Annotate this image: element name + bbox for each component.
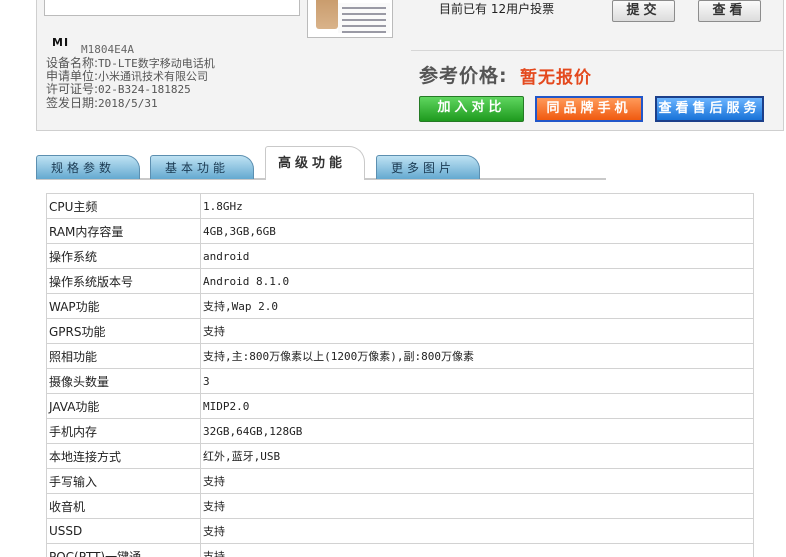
spec-key: 操作系统 — [46, 243, 201, 269]
table-row: 手机内存 32GB,64GB,128GB — [46, 418, 754, 444]
submit-vote-button[interactable]: 提交 — [612, 0, 675, 22]
spec-value: 4GB,3GB,6GB — [200, 218, 754, 244]
table-row: USSD 支持 — [46, 518, 754, 544]
spec-value: MIDP2.0 — [200, 393, 754, 419]
reference-price-label: 参考价格: — [419, 65, 508, 87]
table-row: POC(PTT)一键通 支持 — [46, 543, 754, 557]
issue-date-line: 签发日期:2018/5/31 — [46, 96, 158, 110]
spec-value: 3 — [200, 368, 754, 394]
table-row: 操作系统版本号 Android 8.1.0 — [46, 268, 754, 294]
after-sales-service-button[interactable]: 查看售后服务 — [655, 96, 764, 122]
price-divider — [411, 50, 784, 51]
spec-key: 手机内存 — [46, 418, 201, 444]
table-row: RAM内存容量 4GB,3GB,6GB — [46, 218, 754, 244]
device-photo-thumbnail[interactable] — [44, 0, 300, 16]
table-row: JAVA功能 MIDP2.0 — [46, 393, 754, 419]
spec-value: 支持 — [200, 518, 754, 544]
brand-logo: MI — [52, 36, 70, 49]
device-name-line: 设备名称:TD-LTE数字移动电话机 — [46, 56, 215, 70]
table-row: 摄像头数量 3 — [46, 368, 754, 394]
spec-key: RAM内存容量 — [46, 218, 201, 244]
spec-value: 红外,蓝牙,USB — [200, 443, 754, 469]
device-name-label: 设备名称: — [46, 56, 99, 70]
issue-date-label: 签发日期: — [46, 96, 99, 110]
spec-key: JAVA功能 — [46, 393, 201, 419]
table-row: 照相功能 支持,主:800万像素以上(1200万像素),副:800万像素 — [46, 343, 754, 369]
spec-value: android — [200, 243, 754, 269]
device-model: M1804E4A — [81, 43, 134, 56]
spec-key: 本地连接方式 — [46, 443, 201, 469]
spec-value: 支持 — [200, 318, 754, 344]
spec-key: 操作系统版本号 — [46, 268, 201, 294]
spec-value: 支持 — [200, 493, 754, 519]
same-brand-phones-button[interactable]: 同品牌手机 — [535, 96, 643, 122]
spec-value: 32GB,64GB,128GB — [200, 418, 754, 444]
spec-key: 收音机 — [46, 493, 201, 519]
certificate-image — [338, 3, 390, 33]
spec-value: 支持,主:800万像素以上(1200万像素),副:800万像素 — [200, 343, 754, 369]
tab-specs[interactable]: 规格参数 — [36, 155, 140, 179]
tab-advanced-functions[interactable]: 高级功能 — [265, 146, 365, 180]
spec-key: USSD — [46, 518, 201, 544]
table-row: 收音机 支持 — [46, 493, 754, 519]
spec-key: 摄像头数量 — [46, 368, 201, 394]
table-row: 手写输入 支持 — [46, 468, 754, 494]
spec-key: WAP功能 — [46, 293, 201, 319]
vote-count-text: 目前已有 12用户投票 — [439, 2, 555, 16]
phone-image — [316, 0, 338, 29]
spec-value: 1.8GHz — [200, 193, 754, 219]
applicant-line: 申请单位:小米通讯技术有限公司 — [46, 69, 208, 83]
license-label: 许可证号: — [46, 82, 99, 96]
spec-key: 手写输入 — [46, 468, 201, 494]
table-row: CPU主频 1.8GHz — [46, 193, 754, 219]
reference-price-value: 暂无报价 — [520, 68, 592, 88]
spec-value: 支持 — [200, 543, 754, 557]
license-photo-thumbnail[interactable] — [307, 0, 393, 38]
license-value: 02-B324-181825 — [98, 83, 191, 96]
table-row: WAP功能 支持,Wap 2.0 — [46, 293, 754, 319]
tab-more-photos[interactable]: 更多图片 — [376, 155, 480, 179]
spec-key: POC(PTT)一键通 — [46, 543, 201, 557]
issue-date-value: 2018/5/31 — [98, 97, 158, 110]
table-row: GPRS功能 支持 — [46, 318, 754, 344]
spec-value: Android 8.1.0 — [200, 268, 754, 294]
spec-key: CPU主频 — [46, 193, 201, 219]
license-line: 许可证号:02-B324-181825 — [46, 82, 191, 96]
spec-key: GPRS功能 — [46, 318, 201, 344]
spec-table: CPU主频 1.8GHz RAM内存容量 4GB,3GB,6GB 操作系统 andro… — [46, 193, 754, 557]
add-to-compare-button[interactable]: 加入对比 — [419, 96, 524, 122]
spec-value: 支持 — [200, 468, 754, 494]
view-votes-button[interactable]: 查看 — [698, 0, 761, 22]
table-row: 本地连接方式 红外,蓝牙,USB — [46, 443, 754, 469]
applicant-label: 申请单位: — [46, 69, 99, 83]
table-row: 操作系统 android — [46, 243, 754, 269]
spec-value: 支持,Wap 2.0 — [200, 293, 754, 319]
tab-basic-functions[interactable]: 基本功能 — [150, 155, 254, 179]
spec-key: 照相功能 — [46, 343, 201, 369]
